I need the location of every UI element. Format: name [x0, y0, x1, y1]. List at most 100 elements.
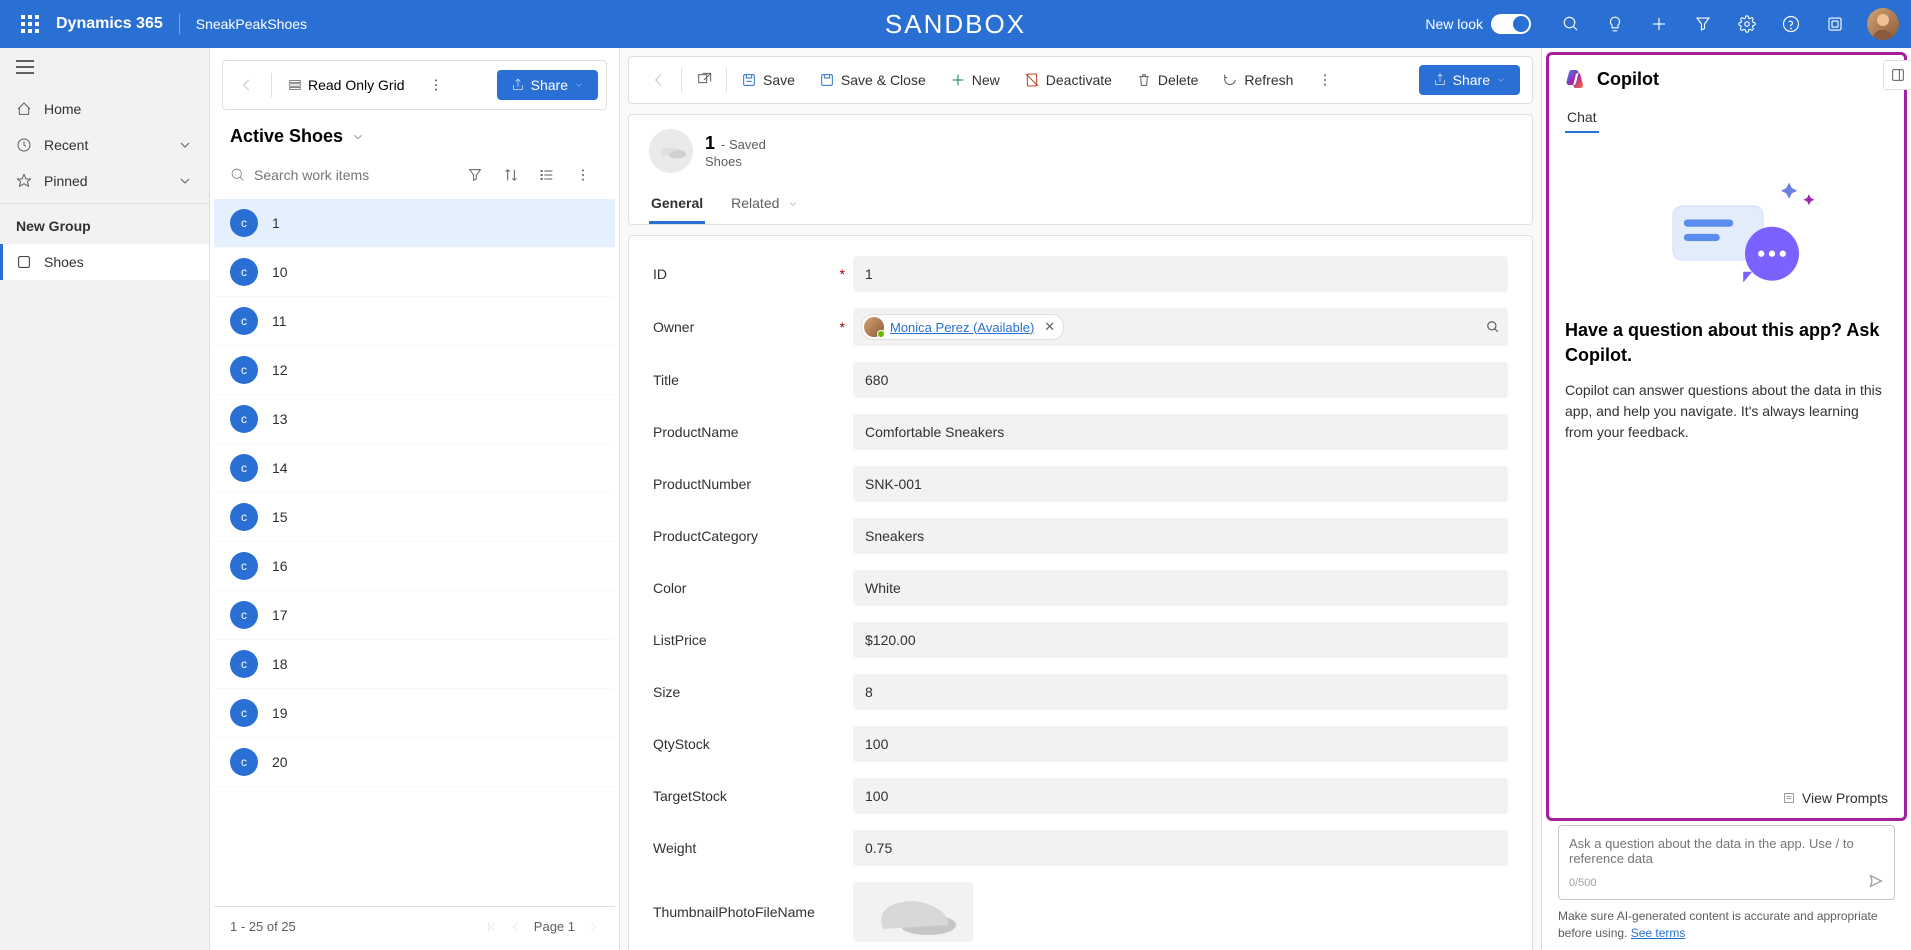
- divider: [179, 14, 180, 34]
- search-icon[interactable]: [1551, 4, 1591, 44]
- delete-button[interactable]: Delete: [1126, 66, 1208, 94]
- sort-icon[interactable]: [495, 159, 527, 191]
- list-row[interactable]: 19: [214, 689, 615, 738]
- productnumber-field[interactable]: SNK-001: [853, 466, 1508, 502]
- share-button[interactable]: Share: [1419, 65, 1520, 95]
- targetstock-field[interactable]: 100: [853, 778, 1508, 814]
- list-row[interactable]: 1: [214, 199, 615, 248]
- list-row[interactable]: 20: [214, 738, 615, 787]
- size-field[interactable]: 8: [853, 674, 1508, 710]
- nav-group-label: New Group: [0, 208, 209, 244]
- deactivate-button[interactable]: Deactivate: [1014, 66, 1122, 94]
- disclaimer: Make sure AI-generated content is accura…: [1558, 908, 1895, 942]
- list-row[interactable]: 18: [214, 640, 615, 689]
- more-icon[interactable]: [567, 159, 599, 191]
- new-look-toggle[interactable]: New look: [1425, 14, 1531, 34]
- owner-field[interactable]: Monica Perez (Available) ✕: [853, 308, 1508, 346]
- row-label: 14: [272, 460, 288, 476]
- lookup-search-icon[interactable]: [1486, 320, 1500, 334]
- more-commands-icon[interactable]: [1307, 66, 1343, 94]
- popout-icon[interactable]: [686, 66, 722, 94]
- tab-related[interactable]: Related: [729, 185, 801, 224]
- form-panel: Save Save & Close New Deactivate Delete …: [620, 48, 1541, 950]
- title-field[interactable]: 680: [853, 362, 1508, 398]
- save-button[interactable]: Save: [731, 66, 805, 94]
- list-row[interactable]: 14: [214, 444, 615, 493]
- row-label: 17: [272, 607, 288, 623]
- qtystock-field[interactable]: 100: [853, 726, 1508, 762]
- record-thumbnail: [649, 129, 693, 173]
- share-button[interactable]: Share: [497, 70, 598, 100]
- row-badge: [230, 552, 258, 580]
- thumbnail-preview[interactable]: [853, 882, 973, 942]
- list-row[interactable]: 13: [214, 395, 615, 444]
- filter-icon[interactable]: [459, 159, 491, 191]
- back-icon[interactable]: [231, 69, 263, 101]
- filter-icon[interactable]: [1683, 4, 1723, 44]
- environment-icon[interactable]: [1815, 4, 1855, 44]
- form-header: 1 - Saved Shoes General Related: [628, 114, 1533, 225]
- new-button[interactable]: New: [940, 66, 1010, 94]
- settings-icon[interactable]: [1727, 4, 1767, 44]
- row-label: 15: [272, 509, 288, 525]
- owner-lookup-value[interactable]: Monica Perez (Available) ✕: [861, 314, 1064, 340]
- row-badge: [230, 258, 258, 286]
- app-launcher-button[interactable]: [12, 6, 48, 42]
- entity-name: Shoes: [705, 154, 766, 169]
- chevron-down-icon: [351, 130, 365, 144]
- nav-pinned[interactable]: Pinned: [0, 163, 209, 199]
- color-field[interactable]: White: [853, 570, 1508, 606]
- tab-general[interactable]: General: [649, 185, 705, 224]
- help-icon[interactable]: [1771, 4, 1811, 44]
- owner-link[interactable]: Monica Perez (Available): [890, 320, 1034, 335]
- list-row[interactable]: 11: [214, 297, 615, 346]
- record-name: 1: [705, 133, 715, 154]
- list-panel: Read Only Grid Share Active Shoes: [210, 48, 620, 950]
- copilot-input[interactable]: 0/500: [1558, 825, 1895, 900]
- productname-field[interactable]: Comfortable Sneakers: [853, 414, 1508, 450]
- list-icon[interactable]: [531, 159, 563, 191]
- copilot-tab-chat[interactable]: Chat: [1565, 103, 1599, 133]
- list-row[interactable]: 10: [214, 248, 615, 297]
- id-field[interactable]: 1: [853, 256, 1508, 292]
- row-label: 19: [272, 705, 288, 721]
- list-row[interactable]: 17: [214, 591, 615, 640]
- left-nav: Home Recent Pinned New Group Shoes: [0, 48, 210, 950]
- productcategory-field[interactable]: Sneakers: [853, 518, 1508, 554]
- brand-title[interactable]: Dynamics 365: [56, 15, 163, 33]
- view-selector[interactable]: Active Shoes: [214, 118, 615, 151]
- app-name[interactable]: SneakPeakShoes: [196, 16, 307, 32]
- prev-page-icon[interactable]: [510, 921, 522, 933]
- weight-field[interactable]: 0.75: [853, 830, 1508, 866]
- next-page-icon[interactable]: [587, 921, 599, 933]
- see-terms-link[interactable]: See terms: [1631, 926, 1686, 940]
- refresh-button[interactable]: Refresh: [1212, 66, 1303, 94]
- nav-home[interactable]: Home: [0, 91, 209, 127]
- add-icon[interactable]: [1639, 4, 1679, 44]
- row-badge: [230, 209, 258, 237]
- lightbulb-icon[interactable]: [1595, 4, 1635, 44]
- view-prompts-button[interactable]: View Prompts: [1782, 786, 1888, 810]
- expand-panel-icon[interactable]: [1883, 60, 1911, 90]
- list-row[interactable]: 12: [214, 346, 615, 395]
- search-input[interactable]: [230, 167, 447, 183]
- send-icon[interactable]: [1868, 873, 1884, 889]
- list-row[interactable]: 16: [214, 542, 615, 591]
- row-badge: [230, 503, 258, 531]
- save-close-button[interactable]: Save & Close: [809, 66, 936, 94]
- nav-shoes[interactable]: Shoes: [0, 244, 209, 280]
- remove-owner-icon[interactable]: ✕: [1044, 319, 1055, 335]
- list-row[interactable]: 15: [214, 493, 615, 542]
- nav-recent[interactable]: Recent: [0, 127, 209, 163]
- row-label: 11: [272, 313, 287, 329]
- row-label: 16: [272, 558, 288, 574]
- listprice-field[interactable]: $120.00: [853, 622, 1508, 658]
- hamburger-icon[interactable]: [0, 48, 209, 91]
- back-icon[interactable]: [641, 66, 677, 94]
- toggle-switch[interactable]: [1491, 14, 1531, 34]
- presence-available-icon: [877, 330, 885, 338]
- view-switcher[interactable]: Read Only Grid: [280, 71, 412, 99]
- more-commands-icon[interactable]: [420, 69, 452, 101]
- user-avatar[interactable]: [1867, 8, 1899, 40]
- first-page-icon[interactable]: [486, 921, 498, 933]
